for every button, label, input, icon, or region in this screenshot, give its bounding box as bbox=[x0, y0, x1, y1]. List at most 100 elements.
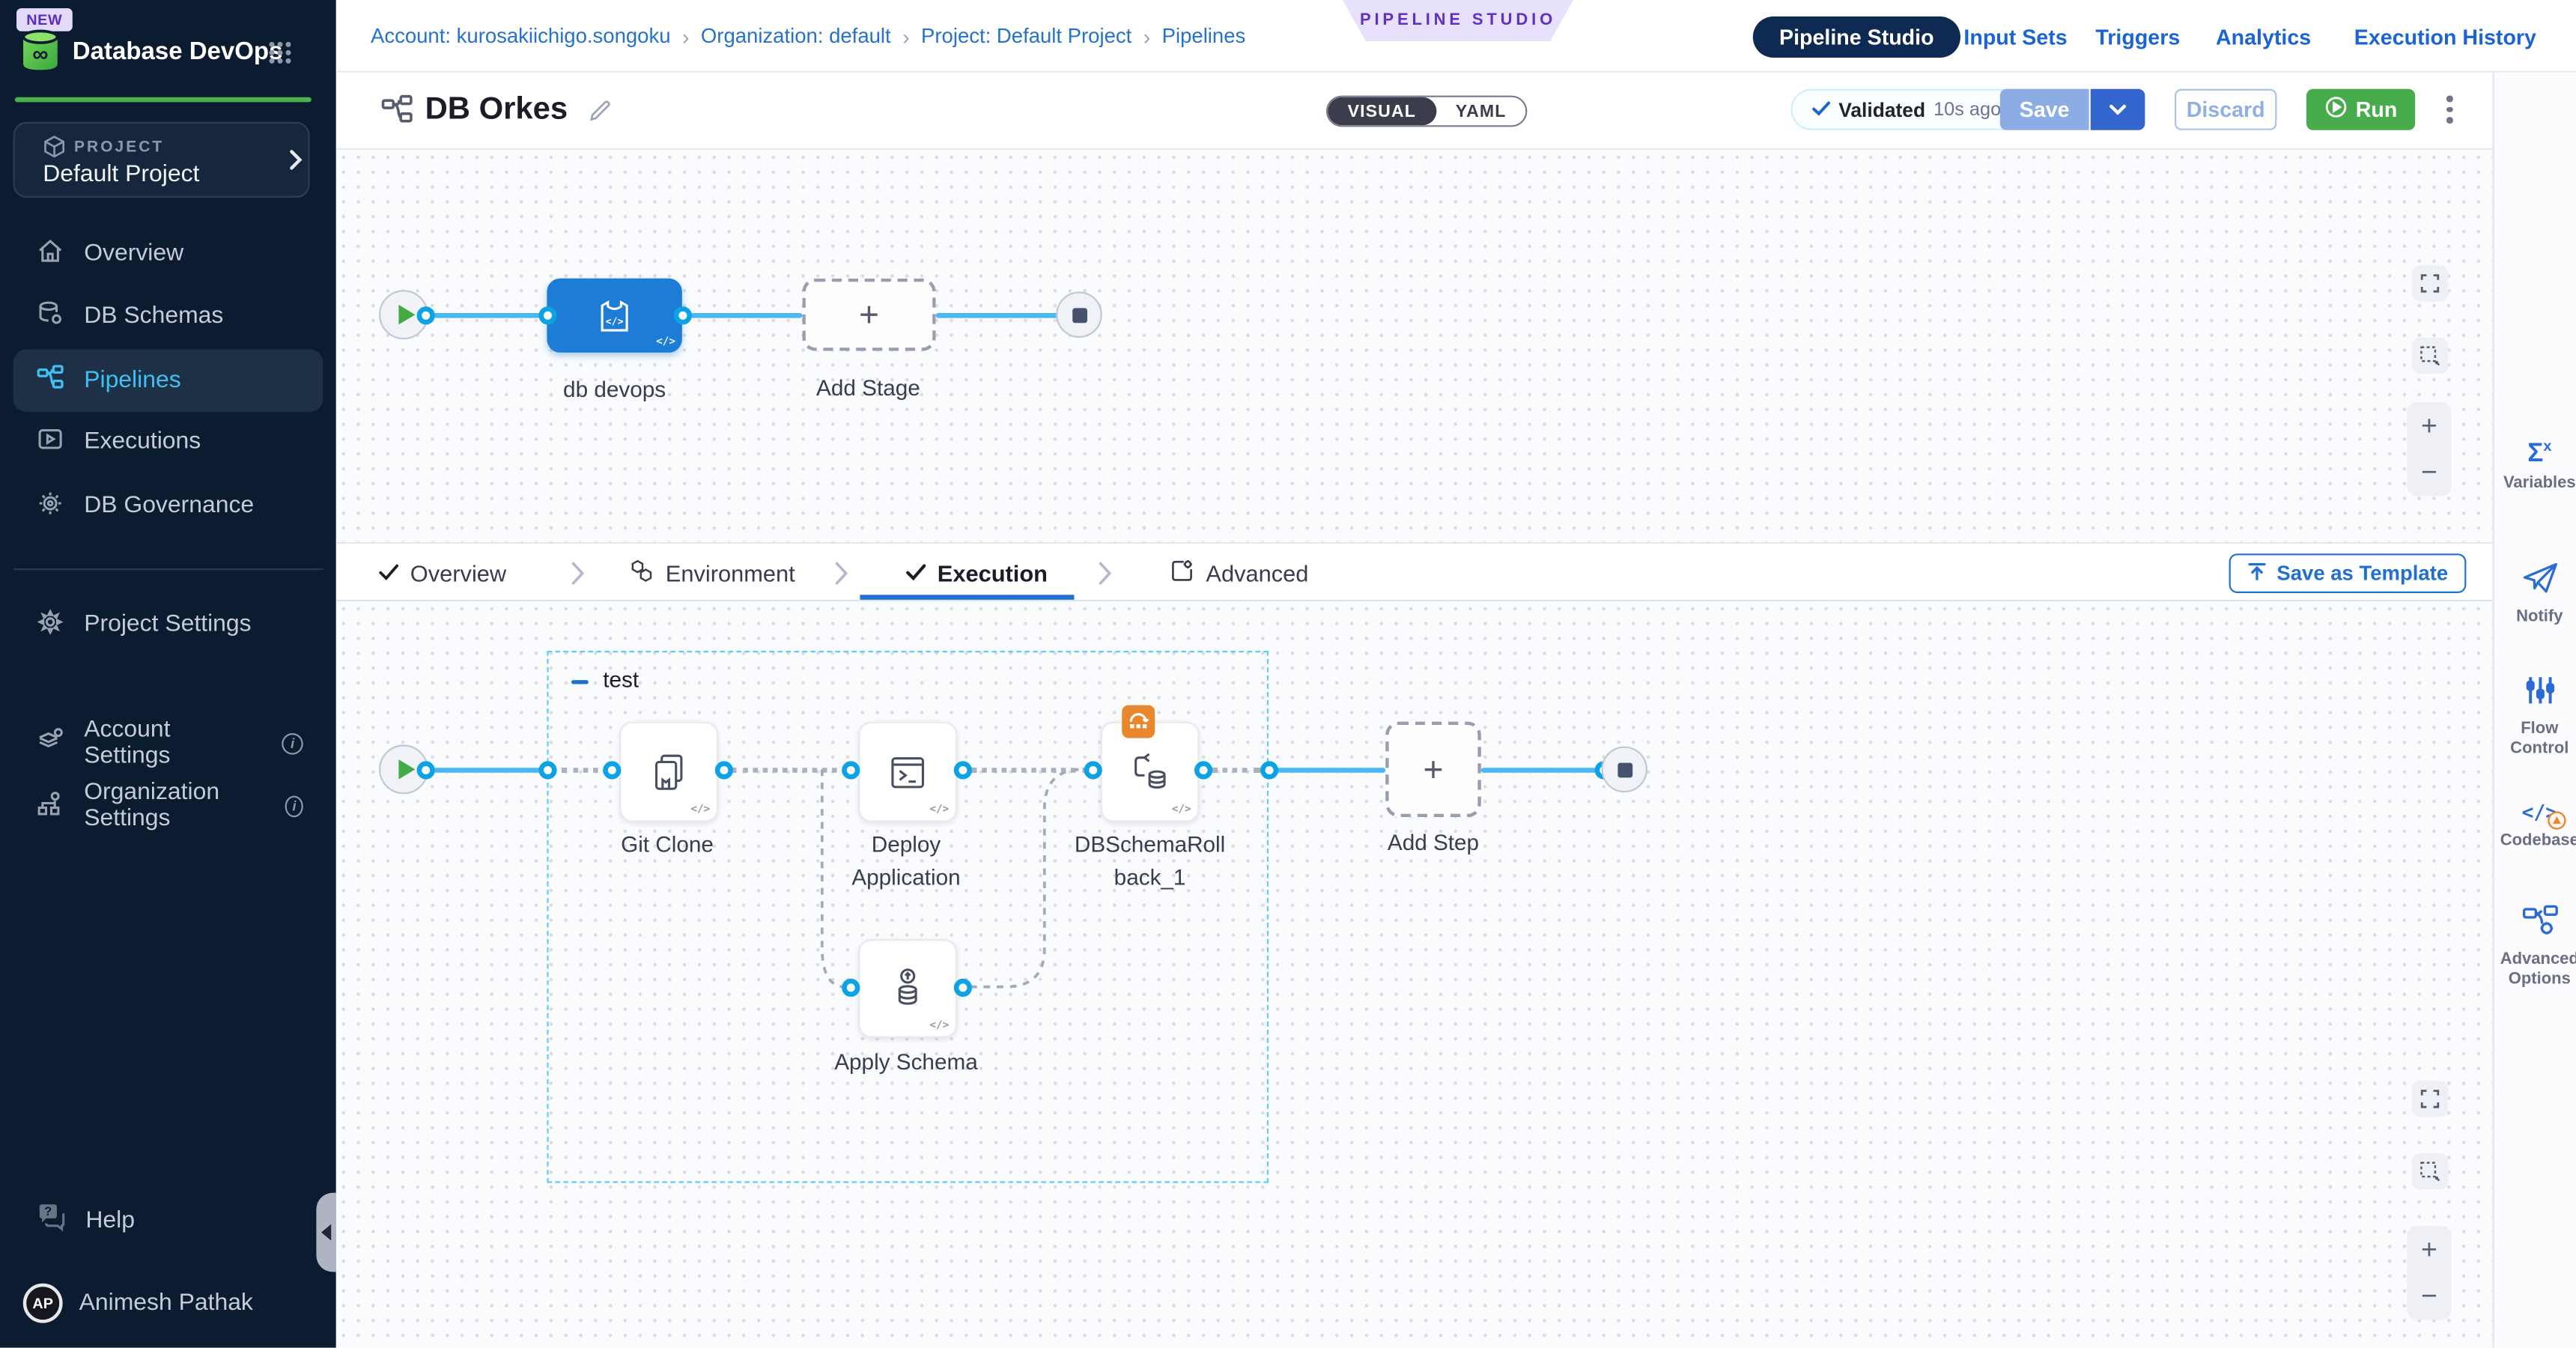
info-icon[interactable]: i bbox=[285, 795, 303, 817]
multi-select-button[interactable] bbox=[2412, 1153, 2448, 1189]
toggle-yaml[interactable]: YAML bbox=[1436, 97, 1526, 125]
sidebar-item-executions[interactable]: Executions bbox=[0, 410, 336, 473]
sidebar-item-help[interactable]: ? Help bbox=[0, 1189, 336, 1252]
breadcrumb-pipelines[interactable]: Pipelines bbox=[1162, 25, 1246, 48]
more-options-kebab[interactable] bbox=[2437, 89, 2463, 130]
info-icon[interactable]: i bbox=[282, 732, 303, 754]
sidebar-item-label: Overview bbox=[84, 240, 183, 267]
custom-stage-icon: </> bbox=[595, 296, 634, 336]
user-menu[interactable]: AP Animesh Pathak bbox=[0, 1272, 336, 1335]
breadcrumb-separator: › bbox=[902, 24, 910, 49]
run-label: Run bbox=[2356, 97, 2398, 122]
connector-dot[interactable] bbox=[417, 306, 435, 324]
sidebar-item-db-schemas[interactable]: DB Schemas bbox=[0, 285, 336, 348]
rail-item-flow-control[interactable]: Flow Control bbox=[2494, 674, 2576, 758]
rail-item-notify[interactable]: Notify bbox=[2494, 562, 2576, 627]
upload-icon bbox=[2247, 561, 2267, 586]
tab-execution-history[interactable]: Execution History bbox=[2354, 0, 2536, 73]
zoom-controls: + − bbox=[2407, 402, 2451, 496]
rail-item-advanced-options[interactable]: Advanced Options bbox=[2494, 905, 2576, 989]
notify-paper-plane-icon bbox=[2521, 574, 2557, 601]
tab-analytics[interactable]: Analytics bbox=[2216, 0, 2311, 73]
template-badge-icon bbox=[1122, 705, 1155, 738]
avatar: AP bbox=[23, 1284, 63, 1323]
edit-pencil-icon[interactable] bbox=[586, 97, 613, 132]
play-icon bbox=[398, 305, 415, 324]
zoom-in-button[interactable]: + bbox=[2421, 1235, 2437, 1263]
git-clone-icon bbox=[648, 750, 690, 793]
stage-canvas[interactable]: </> </> + db devops Add Stage + − bbox=[336, 150, 2493, 542]
code-badge: </> bbox=[1172, 802, 1191, 816]
pipeline-end-node[interactable] bbox=[1056, 291, 1102, 338]
sidebar-item-pipelines[interactable]: Pipelines bbox=[13, 349, 323, 412]
project-name: Default Project bbox=[43, 162, 199, 188]
edge-line bbox=[690, 312, 803, 318]
rail-item-variables[interactable]: Σx Variables bbox=[2494, 438, 2576, 494]
zoom-out-button[interactable]: − bbox=[2421, 1282, 2437, 1310]
database-gear-icon bbox=[36, 299, 64, 333]
zoom-controls: + − bbox=[2407, 1226, 2451, 1320]
connector-dot[interactable] bbox=[417, 760, 435, 778]
sidebar-item-label: Executions bbox=[84, 428, 201, 455]
sidebar-item-label: Project Settings bbox=[84, 611, 251, 637]
add-step-button[interactable]: + bbox=[1385, 722, 1481, 818]
breadcrumb-organization[interactable]: Organization: default bbox=[701, 25, 891, 48]
tab-input-sets[interactable]: Input Sets bbox=[1963, 0, 2067, 73]
tab-advanced[interactable]: Advanced bbox=[1170, 544, 1308, 603]
play-icon bbox=[398, 759, 415, 779]
zoom-in-button[interactable]: + bbox=[2421, 411, 2437, 439]
toggle-visual[interactable]: VISUAL bbox=[1328, 97, 1436, 125]
tab-overview[interactable]: Overview bbox=[379, 544, 506, 603]
app-grid-icon[interactable] bbox=[267, 40, 293, 74]
chevron-separator-icon bbox=[1097, 560, 1112, 595]
sidebar-item-label: Pipelines bbox=[84, 368, 180, 394]
discard-button[interactable]: Discard bbox=[2175, 89, 2276, 130]
save-dropdown-button[interactable] bbox=[2091, 89, 2145, 130]
sidebar-collapse-handle[interactable] bbox=[316, 1193, 335, 1272]
multi-select-button[interactable] bbox=[2412, 338, 2448, 374]
codebase-icon: </> bbox=[2521, 798, 2557, 828]
project-selector[interactable]: PROJECT Default Project bbox=[13, 122, 310, 198]
rail-item-codebase[interactable]: </> Codebase bbox=[2494, 798, 2576, 851]
step-node-apply-schema[interactable]: </> bbox=[858, 939, 957, 1038]
page-title: DB Orkes bbox=[425, 92, 568, 128]
save-as-template-button[interactable]: Save as Template bbox=[2229, 553, 2467, 593]
tab-label: Execution bbox=[938, 560, 1048, 586]
tab-triggers[interactable]: Triggers bbox=[2095, 0, 2180, 73]
step-node-git-clone[interactable]: </> bbox=[619, 722, 718, 822]
zoom-out-button[interactable]: − bbox=[2421, 458, 2437, 486]
run-play-icon bbox=[2324, 96, 2348, 124]
code-badge: </> bbox=[690, 802, 710, 816]
check-icon bbox=[1812, 95, 1830, 125]
rail-label: Notify bbox=[2494, 608, 2576, 627]
top-header: Account: kurosakiichigo.songoku › Organi… bbox=[336, 0, 2576, 73]
execution-end-node[interactable] bbox=[1601, 747, 1647, 793]
breadcrumb-project[interactable]: Project: Default Project bbox=[921, 25, 1131, 48]
org-gear-icon bbox=[36, 789, 64, 823]
fit-to-screen-button[interactable] bbox=[2412, 265, 2448, 301]
flow-control-sliders-icon bbox=[2523, 685, 2556, 713]
pipeline-icon bbox=[36, 363, 64, 398]
save-button[interactable]: Save bbox=[2000, 89, 2089, 130]
sidebar-item-label: Help bbox=[85, 1208, 135, 1234]
step-node-deploy-application[interactable]: </> bbox=[858, 722, 957, 822]
sidebar-item-db-governance[interactable]: DB Governance bbox=[0, 475, 336, 538]
sidebar-item-overview[interactable]: Overview bbox=[0, 222, 336, 285]
save-split-button: Save bbox=[2000, 89, 2145, 130]
plus-icon: + bbox=[859, 297, 879, 332]
step-label: Git Clone bbox=[593, 829, 741, 862]
stage-node-db-devops[interactable]: </> </> bbox=[547, 279, 681, 353]
run-button[interactable]: Run bbox=[2306, 89, 2415, 130]
sidebar: NEW ∞ Database DevOps PROJECT Default Pr… bbox=[0, 0, 336, 1348]
breadcrumb-account[interactable]: Account: kurosakiichigo.songoku bbox=[371, 25, 671, 48]
sidebar-item-project-settings[interactable]: Project Settings bbox=[0, 593, 336, 656]
add-stage-button[interactable]: + bbox=[802, 279, 935, 351]
tab-pipeline-studio[interactable]: Pipeline Studio bbox=[1753, 16, 1960, 58]
app-title: Database DevOps bbox=[73, 38, 283, 66]
fit-to-screen-button[interactable] bbox=[2412, 1081, 2448, 1117]
sidebar-item-account-settings[interactable]: Account Settings i bbox=[0, 711, 336, 774]
tab-environment[interactable]: Environment bbox=[629, 544, 795, 603]
connector-dot[interactable] bbox=[538, 306, 556, 324]
execution-canvas[interactable]: test </> </> bbox=[336, 601, 2493, 1348]
sidebar-item-organization-settings[interactable]: Organization Settings i bbox=[0, 774, 336, 837]
